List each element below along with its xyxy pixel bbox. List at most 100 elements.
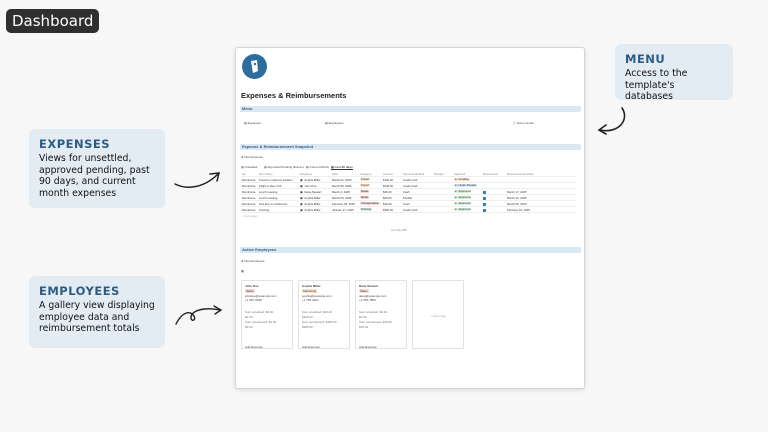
col-header-reimbursed[interactable]: Reimbursed — [482, 171, 506, 176]
cell-employee-name: Sophia Miller — [304, 178, 321, 182]
approval-tag: ● Pending — [454, 177, 470, 181]
view-tab-unsettled[interactable]: ▤ Unsettled — [241, 165, 257, 169]
cell-type: Reimburse — [242, 190, 256, 194]
dashboard-badge: Dashboard — [6, 9, 100, 33]
cell-item[interactable]: Taxi fare to conference — [258, 201, 299, 206]
cell-category: Training — [359, 207, 382, 212]
cell-employee: ▣ Dana Stewart — [300, 190, 322, 194]
employee-card[interactable]: Dana Stewart Sales dana@example.com +1 555 … — [355, 280, 407, 349]
menu-link-employees[interactable]: ▤ Employees — [325, 121, 344, 125]
cell-approval: ● Approved — [453, 207, 482, 212]
page-title: Expenses & Reimbursements — [241, 91, 347, 100]
cell-reimbursed — [482, 177, 506, 182]
cell-reimb-date: March 06, 2025 — [507, 202, 527, 206]
cell-item[interactable]: Training — [258, 207, 299, 212]
add-expense-button[interactable]: Add Expense — [302, 345, 320, 349]
employee-dept: Sales — [245, 289, 255, 293]
cell-approval: ● Under Review — [453, 183, 482, 188]
view-tab-approved-label: Approved Pending Reimbu... — [267, 165, 306, 169]
approval-status: Approved — [458, 201, 471, 205]
new-row-button[interactable]: + New page — [241, 213, 576, 219]
cell-amount: $40.00 — [383, 202, 392, 206]
col-header-type[interactable]: Aa — [241, 171, 258, 176]
new-expense-button[interactable]: ⊕ New Expense — [241, 155, 263, 159]
cell-approval: ● Pending — [453, 177, 482, 182]
cell-reimb-date: March 15, 2025 — [507, 196, 527, 200]
menu-link-how-it-works[interactable]: ⓘ How it works — [513, 121, 534, 125]
employee-total: Sum reimbursed: $385.00 — [302, 320, 337, 324]
cell-type: Reimburse — [242, 196, 256, 200]
add-expense-button[interactable]: Add Expense — [245, 345, 263, 349]
cell-amount: $300.00 — [383, 208, 394, 212]
cell-amount: $135.00 — [383, 184, 394, 188]
col-header-reimb-date[interactable]: Reimbursement Date — [506, 171, 539, 176]
approval-status: Approved — [458, 207, 471, 211]
view-tab-current-month[interactable]: ▤ Current Month — [306, 165, 329, 169]
cell-employee-name: Sophia Miller — [304, 208, 321, 212]
cell-category: Travel — [359, 183, 382, 188]
cell-employee: ▣ Sophia Miller — [300, 196, 321, 200]
view-tab-approved-pending[interactable]: ▤ Approved Pending Reimbu... — [264, 165, 306, 169]
menu-link-employees-label: Employees — [328, 121, 344, 125]
approval-status: Pending — [458, 177, 469, 181]
reimbursed-checkbox[interactable] — [483, 208, 486, 212]
employees-callout-title: EMPLOYEES — [39, 284, 120, 298]
employee-total: $385.00 — [302, 325, 313, 329]
cell-approval: ● Approved — [453, 195, 482, 200]
col-header-method[interactable]: Payment Method — [402, 171, 433, 176]
new-row-label: + New page — [242, 214, 258, 218]
cell-item[interactable]: Lunch meeting — [258, 189, 299, 194]
view-tab-current-label: Current Month — [309, 165, 329, 169]
employee-card[interactable]: John Doe Sales johndoe@example.com +1 987 6… — [241, 280, 293, 349]
employee-card[interactable]: Sophia Miller Marketing sophia@example.com… — [298, 280, 350, 349]
view-tab-last-90-days[interactable]: ▤ Last 90 days — [331, 165, 353, 170]
col-header-receipt[interactable]: Receipt — [433, 171, 453, 176]
employee-dept: Sales — [359, 289, 369, 293]
cell-type: Reimburse — [242, 208, 256, 212]
reimbursed-checkbox[interactable] — [483, 202, 486, 206]
approval-tag: ● Approved — [454, 207, 472, 211]
new-expense-label: New Expense — [244, 155, 263, 159]
menu-link-how-label: How it works — [516, 121, 534, 125]
new-employee-button[interactable]: ⊕ New Employee — [241, 259, 265, 263]
new-employee-card[interactable]: + New page — [412, 280, 464, 349]
menu-link-expenses[interactable]: ▤ Expenses — [244, 121, 261, 125]
expenses-callout-title: EXPENSES — [39, 137, 111, 151]
cell-item[interactable]: Lunch meeting — [258, 195, 299, 200]
cell-receipt — [433, 183, 453, 188]
cell-reimbursed — [482, 207, 506, 212]
cell-approval: ● Approved — [453, 189, 482, 194]
cell-category: Meals — [359, 195, 382, 200]
cell-category: Transportation — [359, 201, 382, 206]
col-header-approval[interactable]: Approval — [453, 171, 482, 176]
cell-method: Cash — [403, 202, 410, 206]
approval-status: Approved — [458, 189, 471, 193]
col-header-amount[interactable]: Amount — [382, 171, 402, 176]
employee-total: Sum unsettled: $0.00 — [359, 310, 388, 314]
cell-method: Credit Card — [403, 208, 418, 212]
employee-total: Sum unsettled: $0.00 — [245, 310, 274, 314]
cell-employee: ▣ John Doe — [300, 184, 317, 188]
employees-section-header: Active Employees — [240, 247, 581, 253]
reimbursed-checkbox[interactable] — [483, 190, 486, 194]
arrow-to-employees-icon — [175, 305, 223, 325]
new-card-label: + New page — [430, 314, 447, 318]
col-header-employee[interactable]: Employee — [299, 171, 331, 176]
cell-item[interactable]: Travel to customer location — [258, 177, 299, 182]
menu-link-expenses-label: Expenses — [247, 121, 261, 125]
employee-phone: +1 765 4321 — [302, 298, 319, 302]
col-header-item[interactable]: Item Name — [258, 171, 299, 176]
cell-reimbursed — [482, 183, 506, 188]
new-employee-label: New Employee — [244, 259, 265, 263]
employee-total: $100.00 — [302, 315, 313, 319]
reimbursed-checkbox[interactable] — [483, 196, 486, 200]
approval-tag: ● Approved — [454, 195, 472, 199]
cell-approval: ● Approved — [453, 201, 482, 206]
col-header-date[interactable]: Date — [331, 171, 359, 176]
employee-phone: +1 555 7890 — [359, 298, 376, 302]
cell-item[interactable]: Flight to New York — [258, 183, 299, 188]
gallery-view-icon[interactable]: ▦ — [241, 269, 244, 273]
add-expense-button[interactable]: Add Expense — [359, 345, 377, 349]
cell-receipt — [433, 189, 453, 194]
col-header-category[interactable]: Category — [359, 171, 382, 176]
